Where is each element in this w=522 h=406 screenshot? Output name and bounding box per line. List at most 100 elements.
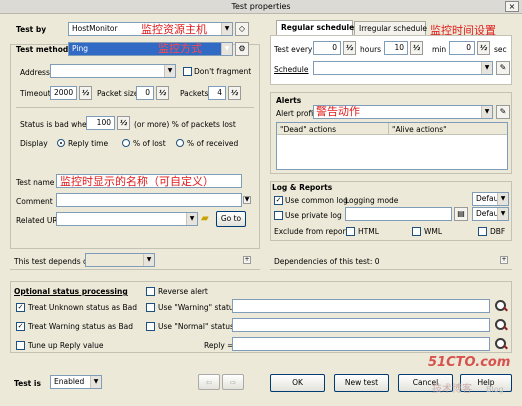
address-input[interactable]: ▼: [50, 64, 176, 78]
depends-label: This test depends on: [14, 257, 93, 266]
test-method-label: Test method: [16, 45, 69, 54]
related-url-input[interactable]: ▼: [56, 212, 198, 226]
sec-label: sec: [494, 45, 507, 54]
exclude-dbf-checkbox[interactable]: [478, 227, 487, 236]
tune-reply-label: Tune up Reply value: [28, 341, 104, 350]
status-bad-input[interactable]: 100: [86, 116, 115, 130]
schedule-label: Schedule: [274, 65, 309, 74]
settings-icon[interactable]: ⚙: [235, 42, 249, 56]
alerts-label: Alerts: [276, 96, 302, 105]
schedule-select[interactable]: ▼: [313, 61, 493, 75]
chevron-down-icon: ▼: [143, 254, 154, 266]
min-label: min: [432, 45, 447, 54]
diamond-icon[interactable]: ◇: [235, 22, 249, 36]
radio-lost[interactable]: [122, 139, 130, 147]
search-icon[interactable]: [494, 318, 508, 332]
spin-icon[interactable]: ½: [410, 41, 423, 55]
timeout-input[interactable]: 2000: [50, 86, 77, 100]
chevron-down-icon[interactable]: ▼: [243, 196, 251, 204]
warning-expression-input[interactable]: [232, 299, 490, 313]
test-is-select[interactable]: Enabled ▼: [50, 375, 102, 389]
chevron-down-icon: ▼: [164, 65, 175, 77]
spin-icon[interactable]: ½: [117, 116, 130, 130]
radio-reply-time[interactable]: [57, 139, 65, 147]
ok-button[interactable]: OK: [270, 374, 325, 392]
prev-button[interactable]: ⇦: [198, 374, 220, 390]
timeout-label: Timeout: [20, 89, 51, 98]
private-log-mode-select[interactable]: Default ▼: [472, 207, 509, 221]
reply-eq-label: Reply =: [204, 341, 234, 350]
normal-expression-input[interactable]: [232, 318, 490, 332]
chevron-down-icon: ▼: [497, 208, 508, 220]
packet-size-input[interactable]: 0: [136, 86, 154, 100]
dont-fragment-checkbox[interactable]: [183, 67, 192, 76]
status-bad-suffix: (or more) % of packets lost: [134, 120, 236, 129]
exclude-label: Exclude from reports:: [274, 227, 355, 236]
folder-icon[interactable]: ▰: [201, 213, 214, 224]
treat-unknown-checkbox[interactable]: ✓: [16, 303, 25, 312]
goto-button[interactable]: Go to: [216, 211, 246, 227]
test-method-select[interactable]: Ping ▼: [68, 42, 233, 56]
exclude-wml-label: WML: [424, 227, 443, 236]
tune-reply-checkbox[interactable]: [16, 341, 25, 350]
annotation-name: 监控时显示的名称（可自定义）: [60, 175, 214, 188]
tab-irregular-schedule[interactable]: Irregular schedule: [354, 21, 427, 36]
window-title: Test properties: [231, 2, 291, 11]
treat-unknown-label: Treat Unknown status as Bad: [28, 303, 137, 312]
use-warning-checkbox[interactable]: [146, 303, 155, 312]
status-bad-label: Status is bad when: [20, 120, 92, 129]
spin-icon[interactable]: ½: [477, 41, 490, 55]
depends-select[interactable]: ▼: [85, 253, 155, 267]
hours-input[interactable]: 0: [313, 41, 341, 55]
hours-label: hours: [360, 45, 382, 54]
comment-input[interactable]: [56, 193, 242, 207]
radio-lost-label: % of lost: [133, 139, 166, 148]
use-private-log-checkbox[interactable]: [274, 211, 283, 220]
test-is-value: Enabled: [54, 377, 85, 386]
search-icon[interactable]: [494, 337, 508, 351]
exclude-html-checkbox[interactable]: [346, 227, 355, 236]
spin-icon[interactable]: ½: [228, 86, 241, 100]
radio-reply-label: Reply time: [68, 139, 109, 148]
annotation-host: 监控资源主机: [141, 23, 207, 36]
spin-icon[interactable]: ½: [343, 41, 356, 55]
chevron-down-icon: ▼: [186, 213, 197, 225]
logging-mode-select[interactable]: Default ▼: [472, 192, 509, 206]
private-log-input[interactable]: [345, 207, 452, 221]
expand-icon[interactable]: +: [500, 256, 508, 264]
edit-icon[interactable]: ✎: [496, 105, 510, 119]
sec-input[interactable]: 0: [449, 41, 475, 55]
display-label: Display: [20, 139, 48, 148]
test-every-label: Test every: [274, 45, 313, 54]
close-button[interactable]: ×: [505, 1, 519, 12]
test-name-label: Test name: [16, 178, 55, 187]
test-by-value: HostMonitor: [72, 24, 118, 33]
alive-actions-header: "Alive actions": [392, 125, 447, 134]
chevron-down-icon: ▼: [221, 43, 232, 55]
use-common-log-checkbox[interactable]: ✓: [274, 196, 283, 205]
dont-fragment-label: Don't fragment: [194, 67, 252, 76]
spin-icon[interactable]: ½: [79, 86, 92, 100]
chevron-down-icon: ▼: [497, 193, 508, 205]
packets-input[interactable]: 4: [208, 86, 226, 100]
tab-regular-schedule[interactable]: Regular schedule: [276, 20, 354, 36]
chevron-down-icon: ▼: [221, 23, 232, 35]
new-test-button[interactable]: New test: [334, 374, 389, 392]
next-button[interactable]: ⇨: [222, 374, 244, 390]
reply-expression-input[interactable]: [232, 337, 490, 351]
chevron-down-icon: ▼: [481, 62, 492, 74]
radio-received[interactable]: [176, 139, 184, 147]
watermark-brand: 51CTO.com: [428, 355, 511, 370]
folder-icon[interactable]: ▤: [454, 207, 468, 221]
spin-icon[interactable]: ½: [156, 86, 169, 100]
annotation-alert: 警告动作: [316, 105, 360, 118]
treat-warning-checkbox[interactable]: ✓: [16, 322, 25, 331]
exclude-wml-checkbox[interactable]: [412, 227, 421, 236]
expand-icon[interactable]: +: [243, 256, 251, 264]
use-normal-checkbox[interactable]: [146, 322, 155, 331]
min-input[interactable]: 10: [384, 41, 408, 55]
search-icon[interactable]: [494, 299, 508, 313]
related-url-label: Related URL: [16, 216, 62, 225]
exclude-dbf-label: DBF: [490, 227, 506, 236]
edit-icon[interactable]: ✎: [496, 61, 510, 75]
